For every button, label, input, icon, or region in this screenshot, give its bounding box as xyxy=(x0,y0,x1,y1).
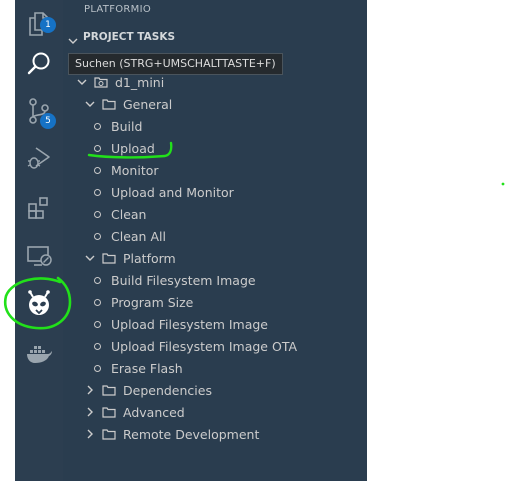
activity-docker[interactable] xyxy=(15,330,63,378)
folder-icon xyxy=(102,252,116,264)
activity-source-control[interactable]: 5 xyxy=(15,87,63,135)
task-label: Monitor xyxy=(111,162,159,178)
chevron-down-icon xyxy=(76,76,88,88)
extensions-icon xyxy=(26,195,52,221)
tree-folder-dependencies[interactable]: Dependencies xyxy=(84,379,212,401)
task-circle-icon xyxy=(94,342,101,350)
task-circle-icon xyxy=(94,364,101,372)
folder-label: Dependencies xyxy=(123,382,212,398)
task-circle-icon xyxy=(94,232,101,240)
task-circle-icon xyxy=(94,298,101,306)
docker-icon xyxy=(25,343,53,365)
task-circle-icon xyxy=(94,144,101,152)
chevron-down-icon xyxy=(84,98,96,110)
folder-icon xyxy=(102,384,116,396)
chevron-right-icon xyxy=(84,384,96,396)
task-label: Upload xyxy=(111,140,155,156)
task-label: Build xyxy=(111,118,143,134)
chevron-down-icon xyxy=(84,252,96,264)
task-circle-icon xyxy=(94,188,101,196)
task-upload-filesystem-image-ota[interactable]: Upload Filesystem Image OTA xyxy=(94,335,297,357)
task-upload[interactable]: Upload xyxy=(94,137,155,159)
task-label: Build Filesystem Image xyxy=(111,272,256,288)
task-upload-filesystem-image[interactable]: Upload Filesystem Image xyxy=(94,313,268,335)
task-program-size[interactable]: Program Size xyxy=(94,291,193,313)
task-circle-icon xyxy=(94,166,101,174)
task-circle-icon xyxy=(94,320,101,328)
chevron-right-icon xyxy=(84,428,96,440)
tree-folder-remote-development[interactable]: Remote Development xyxy=(84,423,259,445)
chevron-down-icon xyxy=(67,32,79,51)
task-label: Upload Filesystem Image xyxy=(111,316,269,332)
stray-dot-annotation xyxy=(501,182,505,186)
task-upload-and-monitor[interactable]: Upload and Monitor xyxy=(94,181,234,203)
task-circle-icon xyxy=(94,276,101,284)
task-label: Upload and Monitor xyxy=(111,184,234,200)
task-erase-flash[interactable]: Erase Flash xyxy=(94,357,183,379)
task-clean-all[interactable]: Clean All xyxy=(94,225,166,247)
task-label: Program Size xyxy=(111,294,194,310)
project-tasks-header[interactable]: PROJECT TASKS xyxy=(63,28,367,48)
explorer-badge: 1 xyxy=(40,17,56,33)
remote-explorer-icon xyxy=(25,243,53,269)
task-label: Clean All xyxy=(111,228,166,244)
activity-bar: 1 5 xyxy=(15,0,63,481)
run-debug-icon xyxy=(26,145,52,171)
task-label: Upload Filesystem Image OTA xyxy=(111,338,298,354)
folder-icon xyxy=(102,406,116,418)
tree-folder-advanced[interactable]: Advanced xyxy=(84,401,185,423)
env-label: d1_mini xyxy=(115,74,165,90)
activity-remote-explorer[interactable] xyxy=(15,232,63,280)
folder-label: General xyxy=(123,96,173,112)
chevron-right-icon xyxy=(84,406,96,418)
task-circle-icon xyxy=(94,210,101,218)
folder-label: Remote Development xyxy=(123,426,260,442)
tree-folder-general[interactable]: General xyxy=(84,93,172,115)
search-icon xyxy=(26,51,52,77)
task-monitor[interactable]: Monitor xyxy=(94,159,159,181)
activity-run-debug[interactable] xyxy=(15,134,63,182)
search-tooltip: Suchen (STRG+UMSCHALTTASTE+F) xyxy=(68,53,283,75)
activity-search[interactable] xyxy=(15,40,63,88)
platformio-icon xyxy=(25,289,53,317)
task-label: Erase Flash xyxy=(111,360,183,376)
folder-icon xyxy=(102,98,116,110)
activity-extensions[interactable] xyxy=(15,184,63,232)
task-clean[interactable]: Clean xyxy=(94,203,146,225)
folder-label: Advanced xyxy=(123,404,185,420)
task-build-filesystem-image[interactable]: Build Filesystem Image xyxy=(94,269,256,291)
folder-label: Platform xyxy=(123,250,176,266)
task-build[interactable]: Build xyxy=(94,115,142,137)
tree-folder-platform[interactable]: Platform xyxy=(84,247,176,269)
env-folder-icon xyxy=(94,76,108,88)
folder-icon xyxy=(102,428,116,440)
sidebar-title: PLATFORMIO xyxy=(84,4,152,15)
task-circle-icon xyxy=(94,122,101,130)
activity-platformio[interactable] xyxy=(15,279,63,327)
task-label: Clean xyxy=(111,206,147,222)
source-control-badge: 5 xyxy=(40,113,56,129)
project-tasks-label: PROJECT TASKS xyxy=(83,31,176,43)
